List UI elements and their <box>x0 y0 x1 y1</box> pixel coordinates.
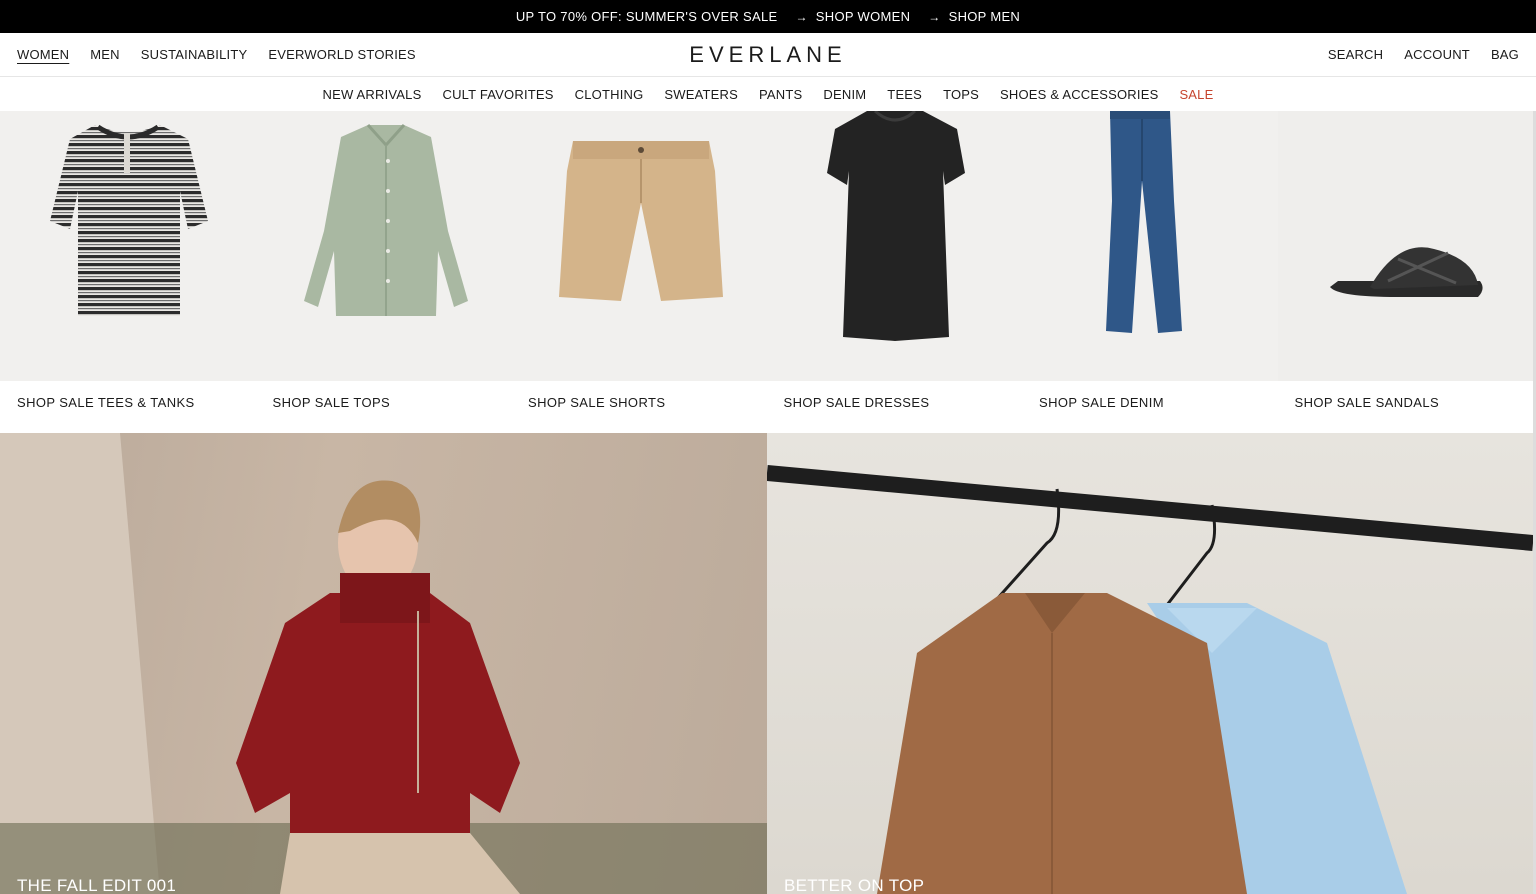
black-dress-image[interactable] <box>766 111 1022 381</box>
arrow-right-icon: → <box>928 9 941 24</box>
promo-bar: UP TO 70% OFF: SUMMER'S OVER SALE → SHOP… <box>0 0 1536 33</box>
category-sale[interactable]: SALE <box>1179 87 1213 102</box>
tile-label[interactable]: SHOP SALE DRESSES <box>784 395 930 410</box>
black-sandal-image[interactable] <box>1277 111 1533 381</box>
tile-dresses[interactable]: SHOP SALE DRESSES <box>766 111 1022 432</box>
tile-tees-tanks[interactable]: SHOP SALE TEES & TANKS <box>0 111 256 432</box>
green-shirt-image[interactable] <box>255 111 511 381</box>
category-new-arrivals[interactable]: NEW ARRIVALS <box>323 87 422 102</box>
hero-right-caption[interactable]: BETTER ON TOP <box>784 876 924 894</box>
tile-denim[interactable]: SHOP SALE DENIM <box>1022 111 1278 432</box>
tile-label[interactable]: SHOP SALE TEES & TANKS <box>17 395 195 410</box>
category-pants[interactable]: PANTS <box>759 87 802 102</box>
tile-label[interactable]: SHOP SALE DENIM <box>1039 395 1164 410</box>
account-link[interactable]: ACCOUNT <box>1404 47 1470 62</box>
top-navigation: WOMEN MEN SUSTAINABILITY EVERWORLD STORI… <box>0 33 1536 77</box>
denim-jeans-image[interactable] <box>1022 111 1278 381</box>
brand-logo[interactable]: EVERLANE <box>689 42 846 68</box>
utility-nav: SEARCH ACCOUNT BAG <box>1307 47 1519 62</box>
category-sweaters[interactable]: SWEATERS <box>664 87 738 102</box>
striped-tee-image[interactable] <box>0 111 256 381</box>
category-clothing[interactable]: CLOTHING <box>575 87 644 102</box>
nav-men[interactable]: MEN <box>90 47 120 62</box>
shop-women-link[interactable]: SHOP WOMEN <box>816 9 911 24</box>
search-link[interactable]: SEARCH <box>1328 47 1383 62</box>
category-denim[interactable]: DENIM <box>823 87 866 102</box>
tile-shorts[interactable]: SHOP SALE SHORTS <box>511 111 767 432</box>
tile-tops[interactable]: SHOP SALE TOPS <box>255 111 511 432</box>
primary-nav: WOMEN MEN SUSTAINABILITY EVERWORLD STORI… <box>17 47 437 62</box>
hero-fall-edit[interactable]: THE FALL EDIT 001 <box>0 433 767 894</box>
shirts-on-rack-image <box>767 465 1533 894</box>
category-navigation: NEW ARRIVALS CULT FAVORITES CLOTHING SWE… <box>0 77 1536 111</box>
tile-label[interactable]: SHOP SALE SANDALS <box>1295 395 1440 410</box>
hero-left-caption[interactable]: THE FALL EDIT 001 <box>17 876 176 894</box>
category-tees[interactable]: TEES <box>887 87 922 102</box>
promo-text[interactable]: UP TO 70% OFF: SUMMER'S OVER SALE <box>516 9 778 24</box>
model-red-sweater-image <box>0 433 767 894</box>
hero-better-on-top[interactable]: BETTER ON TOP <box>767 433 1533 894</box>
nav-sustainability[interactable]: SUSTAINABILITY <box>141 47 248 62</box>
tile-label[interactable]: SHOP SALE TOPS <box>273 395 391 410</box>
arrow-right-icon: → <box>795 9 808 24</box>
category-cult-favorites[interactable]: CULT FAVORITES <box>442 87 553 102</box>
category-shoes-accessories[interactable]: SHOES & ACCESSORIES <box>1000 87 1158 102</box>
tile-sandals[interactable]: SHOP SALE SANDALS <box>1277 111 1533 432</box>
tile-label[interactable]: SHOP SALE SHORTS <box>528 395 665 410</box>
bag-link[interactable]: BAG <box>1491 47 1519 62</box>
tan-shorts-image[interactable] <box>511 111 767 381</box>
nav-women[interactable]: WOMEN <box>17 47 69 62</box>
shop-men-link[interactable]: SHOP MEN <box>949 9 1021 24</box>
category-tops[interactable]: TOPS <box>943 87 979 102</box>
nav-everworld-stories[interactable]: EVERWORLD STORIES <box>268 47 415 62</box>
sale-category-tiles: SHOP SALE TEES & TANKS SHOP SALE TOPS SH… <box>0 111 1533 432</box>
